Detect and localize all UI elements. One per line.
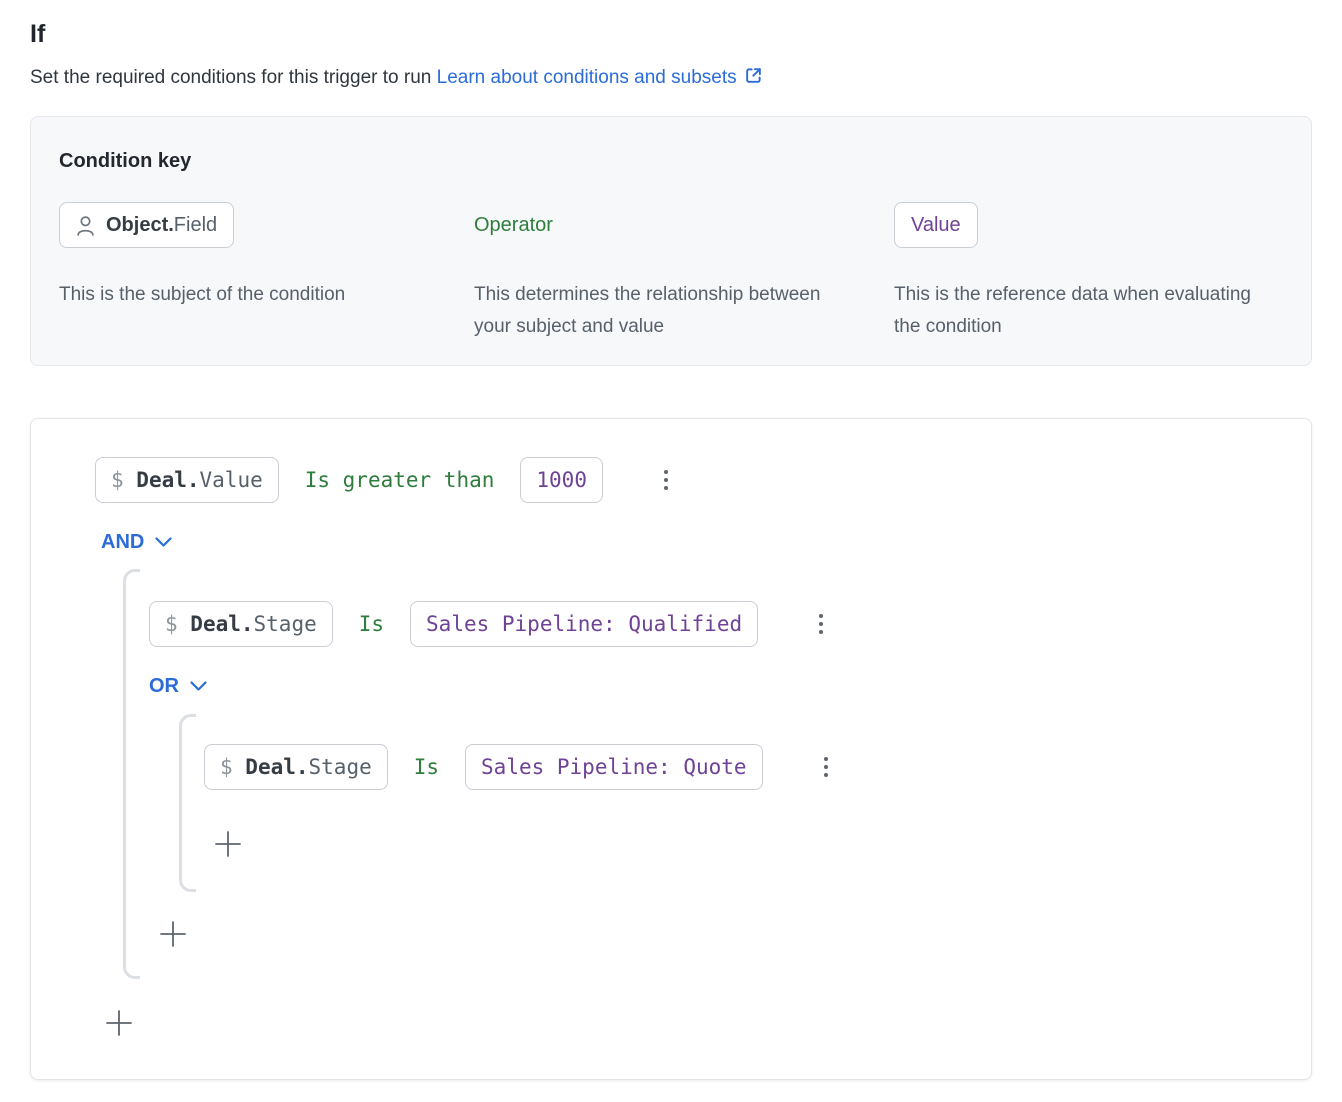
person-icon — [76, 215, 95, 236]
learn-about-conditions-link[interactable]: Learn about conditions and subsets — [437, 67, 763, 88]
field-part: Stage — [254, 612, 317, 636]
object-part: Deal. — [190, 612, 253, 636]
condition-row: $ Deal.Stage Is Sales Pipeline: Quote — [204, 744, 841, 790]
field-part: Field — [174, 214, 217, 236]
value-description: This is the reference data when evaluati… — [894, 279, 1256, 343]
object-field-chip: Object.Field — [59, 202, 234, 248]
operator-selector[interactable]: Is — [414, 755, 439, 779]
kebab-dot — [819, 630, 823, 634]
kebab-dot — [824, 757, 828, 761]
object-field-chip-label: Object.Field — [106, 214, 217, 237]
operator-label-slot: Operator — [474, 202, 894, 248]
and-group-toggle[interactable]: AND — [101, 531, 172, 554]
field-part: Stage — [309, 755, 372, 779]
subtitle-text: Set the required conditions for this tri… — [30, 67, 431, 88]
object-part: Deal. — [136, 468, 199, 492]
plus-icon — [158, 919, 188, 949]
condition-row: $ Deal.Stage Is Sales Pipeline: Qualifie… — [149, 601, 836, 647]
and-group-bracket — [123, 569, 140, 979]
operator-description: This determines the relationship between… — [474, 279, 836, 343]
subject-field-selector[interactable]: $ Deal.Stage — [204, 744, 388, 790]
subject-field-selector[interactable]: $ Deal.Value — [95, 457, 279, 503]
kebab-dot — [819, 614, 823, 618]
condition-key-operator-column: Operator This determines the relationshi… — [474, 202, 894, 343]
object-part: Object. — [106, 214, 174, 236]
chevron-down-icon — [155, 537, 172, 548]
kebab-dot — [824, 773, 828, 777]
kebab-dot — [664, 486, 668, 490]
value-input[interactable]: Sales Pipeline: Qualified — [410, 601, 758, 647]
link-label: Learn about conditions and subsets — [437, 67, 737, 88]
plus-icon — [104, 1008, 134, 1038]
trigger-conditions-page: If Set the required conditions for this … — [0, 0, 1342, 1080]
condition-key-title: Condition key — [59, 150, 1283, 173]
add-condition-and-group-button[interactable] — [158, 919, 188, 949]
kebab-menu-icon[interactable] — [811, 752, 841, 782]
dollar-prefix: $ — [165, 612, 190, 636]
page-subtitle: Set the required conditions for this tri… — [30, 66, 1312, 89]
condition-builder-panel: $ Deal.Value Is greater than 1000 AND $ … — [30, 418, 1312, 1080]
condition-key-subject-column: Object.Field This is the subject of the … — [59, 202, 474, 343]
condition-key-value-column: Value This is the reference data when ev… — [894, 202, 1283, 343]
condition-row: $ Deal.Value Is greater than 1000 — [95, 457, 681, 503]
kebab-dot — [664, 470, 668, 474]
value-input[interactable]: Sales Pipeline: Quote — [465, 744, 763, 790]
or-label: OR — [149, 675, 179, 698]
kebab-dot — [664, 478, 668, 482]
condition-key-panel: Condition key Object.Field This is the s… — [30, 116, 1312, 366]
condition-key-grid: Object.Field This is the subject of the … — [59, 202, 1283, 343]
or-group-toggle[interactable]: OR — [149, 675, 207, 698]
plus-icon — [213, 829, 243, 859]
page-title: If — [30, 20, 1312, 49]
value-chip: Value — [894, 202, 978, 248]
kebab-menu-icon[interactable] — [806, 609, 836, 639]
or-group-bracket — [179, 714, 196, 892]
chevron-down-icon — [190, 681, 207, 692]
value-chip-label: Value — [911, 214, 961, 237]
operator-selector[interactable]: Is greater than — [305, 468, 495, 492]
and-label: AND — [101, 531, 144, 554]
kebab-dot — [824, 765, 828, 769]
subject-description: This is the subject of the condition — [59, 279, 421, 311]
object-part: Deal. — [245, 755, 308, 779]
operator-label: Operator — [474, 214, 553, 237]
add-condition-or-group-button[interactable] — [213, 829, 243, 859]
dollar-prefix: $ — [111, 468, 136, 492]
dollar-prefix: $ — [220, 755, 245, 779]
value-chip-slot: Value — [894, 202, 1283, 248]
value-input[interactable]: 1000 — [520, 457, 603, 503]
subject-chip-slot: Object.Field — [59, 202, 474, 248]
external-link-icon — [744, 66, 763, 85]
add-condition-root-button[interactable] — [104, 1008, 134, 1038]
kebab-dot — [819, 622, 823, 626]
field-part: Value — [200, 468, 263, 492]
subject-field-selector[interactable]: $ Deal.Stage — [149, 601, 333, 647]
operator-selector[interactable]: Is — [359, 612, 384, 636]
kebab-menu-icon[interactable] — [651, 465, 681, 495]
